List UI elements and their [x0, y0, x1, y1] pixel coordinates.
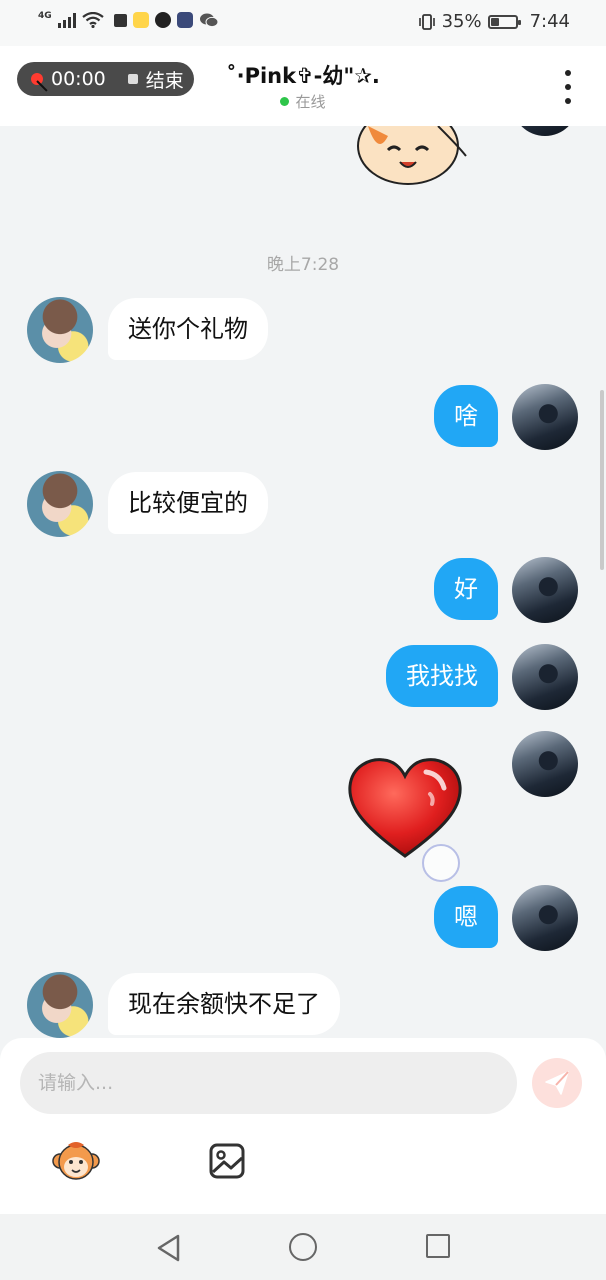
outgoing-message[interactable]: 啥	[434, 385, 498, 447]
my-avatar[interactable]	[512, 885, 578, 951]
chat-title: ˚·Pink✞-幼"✰.	[226, 64, 380, 88]
more-options-icon[interactable]	[560, 70, 576, 104]
contact-avatar[interactable]	[27, 297, 93, 363]
my-avatar[interactable]	[512, 644, 578, 710]
wechat-icon	[199, 13, 219, 28]
clock: 7:44	[529, 11, 570, 32]
battery-icon	[487, 14, 521, 29]
scrollbar[interactable]	[600, 390, 604, 570]
home-icon[interactable]	[289, 1233, 317, 1261]
outgoing-message[interactable]: 我找找	[386, 645, 498, 707]
message-timestamp: 晚上7:28	[266, 255, 340, 275]
presence-label: 在线	[295, 93, 326, 111]
touch-indicator	[422, 844, 460, 882]
incoming-message[interactable]: 比较便宜的	[108, 472, 268, 534]
composer	[0, 1038, 606, 1214]
stop-square-icon	[113, 13, 127, 27]
battery-percent: 35%	[441, 11, 482, 32]
battery-fill	[490, 17, 499, 26]
dashen-app-icon	[176, 12, 193, 28]
monkey-emoji-icon[interactable]	[52, 1141, 100, 1183]
presence-status: 在线	[0, 91, 606, 112]
message-list[interactable]: 晚上7:28 送你个礼物 啥 比较便宜的 好 我找找 嗯 现在余额快不足了	[0, 126, 606, 1038]
recent-apps-icon[interactable]	[426, 1234, 450, 1258]
monkey-sticker	[357, 126, 467, 185]
send-button[interactable]	[532, 1058, 582, 1108]
my-avatar[interactable]	[512, 557, 578, 623]
status-left: 4G	[38, 11, 219, 28]
incoming-message[interactable]: 现在余额快不足了	[108, 973, 340, 1035]
incoming-message[interactable]: 送你个礼物	[108, 298, 268, 360]
status-right: 35% 7:44	[418, 11, 570, 32]
send-icon	[545, 1071, 569, 1095]
vibrate-icon	[418, 13, 435, 30]
status-bar: 4G 35% 7:44	[0, 0, 606, 46]
contact-avatar[interactable]	[27, 972, 93, 1038]
chat-header: 00:00 结束 ˚·Pink✞-幼"✰. 在线	[0, 46, 606, 126]
message-input[interactable]	[20, 1052, 517, 1114]
contact-avatar[interactable]	[27, 471, 93, 537]
outgoing-message[interactable]: 嗯	[434, 886, 498, 948]
signal-icon	[57, 12, 76, 28]
my-avatar[interactable]	[512, 731, 578, 797]
online-dot-icon	[280, 97, 290, 106]
back-icon[interactable]	[156, 1234, 182, 1262]
outgoing-message[interactable]: 好	[434, 558, 498, 620]
my-avatar[interactable]	[512, 126, 578, 136]
my-avatar[interactable]	[512, 384, 578, 450]
tiktok-icon	[154, 12, 171, 28]
image-icon[interactable]	[208, 1142, 246, 1180]
network-type: 4G	[38, 11, 52, 21]
system-nav-bar	[0, 1214, 606, 1280]
wifi-icon	[81, 12, 104, 28]
video-app-icon	[132, 12, 149, 28]
